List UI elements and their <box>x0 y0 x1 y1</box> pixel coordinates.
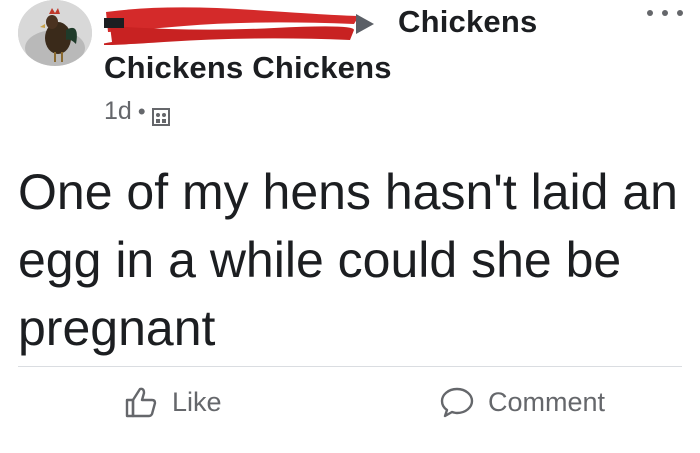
redacted-author-name <box>104 2 364 46</box>
rooster-avatar-image <box>18 0 92 66</box>
thumbs-up-icon <box>125 387 157 418</box>
group-name-link[interactable]: Chickens <box>398 4 537 40</box>
group-name-full[interactable]: Chickens Chickens <box>104 50 392 86</box>
author-avatar[interactable] <box>18 0 92 66</box>
post-timestamp[interactable]: 1d <box>104 97 132 126</box>
speech-bubble-icon <box>440 387 474 418</box>
facebook-post: Chickens Chickens Chickens 1d • One of m… <box>0 0 700 453</box>
comment-button[interactable]: Comment <box>440 386 605 418</box>
post-text: One of my hens hasn't laid an egg in a w… <box>18 164 678 356</box>
like-label: Like <box>172 386 222 417</box>
more-options-icon[interactable] <box>647 6 683 20</box>
like-button[interactable]: Like <box>124 386 222 418</box>
arrow-right-icon <box>356 14 374 34</box>
comment-label: Comment <box>488 386 606 417</box>
post-header-line <box>104 2 364 46</box>
post-meta: 1d • <box>104 97 170 126</box>
actions-divider <box>18 366 682 367</box>
meta-separator: • <box>137 98 146 124</box>
group-icon <box>151 104 170 126</box>
